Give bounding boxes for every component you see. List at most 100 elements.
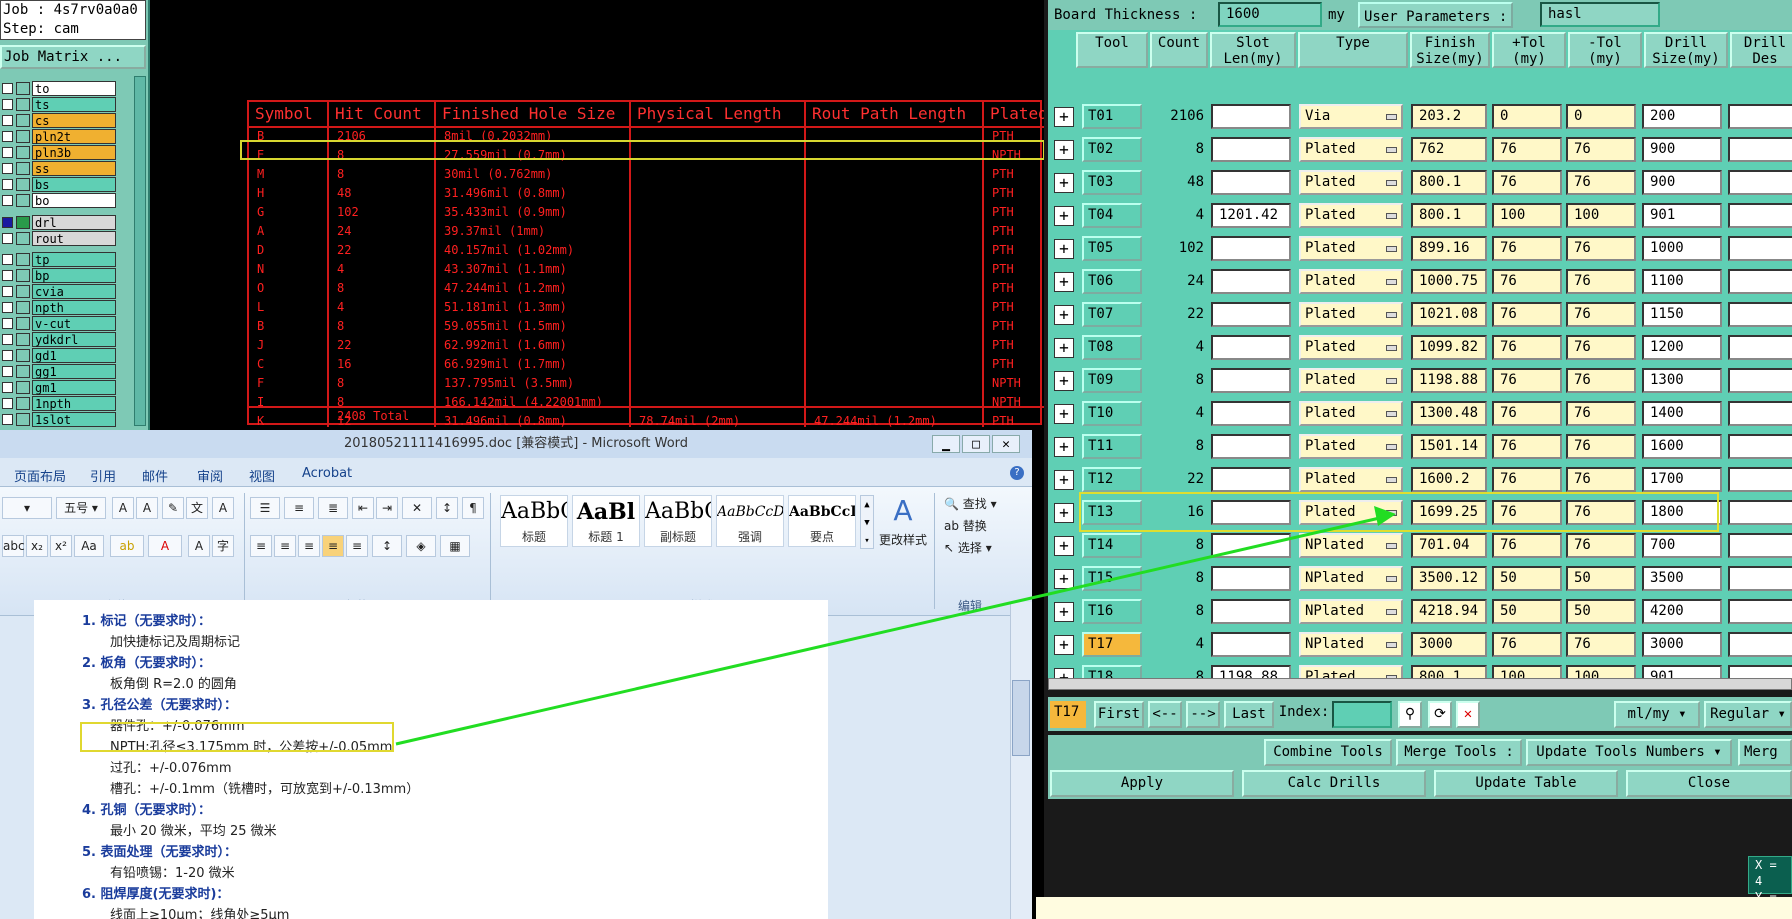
slot-length-input[interactable] [1211, 599, 1291, 624]
drill-size-input[interactable]: 200 [1642, 104, 1722, 129]
finish-size-input[interactable]: 1600.2 [1411, 467, 1487, 492]
tool-name-button[interactable]: T12 [1082, 467, 1142, 492]
close-button[interactable]: Close [1626, 770, 1792, 797]
prev-button[interactable]: <-- [1148, 701, 1182, 728]
layer-checkbox[interactable] [2, 382, 13, 393]
multilevel-icon[interactable]: ≣ [318, 497, 348, 519]
plus-tol-input[interactable]: 0 [1492, 104, 1562, 129]
style-strong[interactable]: AaBbCcD要点 [788, 495, 856, 547]
font-name-dropdown[interactable]: ▾ [2, 497, 52, 519]
layer-checkbox[interactable] [2, 99, 13, 110]
layer-row[interactable]: ss [0, 161, 118, 176]
char-shading-icon[interactable]: A [188, 535, 210, 557]
char-border-icon[interactable]: A [212, 497, 234, 519]
minus-tol-input[interactable]: 100 [1566, 203, 1636, 228]
slot-length-input[interactable] [1211, 302, 1291, 327]
numbering-icon[interactable]: ≡ [284, 497, 314, 519]
layer-checkbox[interactable] [2, 366, 13, 377]
font-color-icon[interactable]: A [148, 535, 182, 557]
help-icon[interactable]: ? [1010, 466, 1024, 480]
layer-row[interactable]: ts [0, 97, 118, 112]
expand-icon[interactable]: + [1054, 635, 1074, 655]
layer-checkbox[interactable] [2, 195, 13, 206]
drill-designator-input[interactable] [1728, 368, 1792, 393]
expand-icon[interactable]: + [1054, 503, 1074, 523]
plus-tol-input[interactable]: 76 [1492, 401, 1562, 426]
plus-tol-input[interactable]: 76 [1492, 632, 1562, 657]
tool-type-dropdown[interactable]: NPlated [1299, 599, 1403, 624]
change-styles-button[interactable]: A 更改样式 [878, 491, 928, 571]
plus-tol-input[interactable]: 100 [1492, 203, 1562, 228]
combine-tools-button[interactable]: Combine Tools [1264, 739, 1392, 766]
drill-designator-input[interactable] [1728, 401, 1792, 426]
finish-size-input[interactable]: 4218.94 [1411, 599, 1487, 624]
tool-name-button[interactable]: T02 [1082, 137, 1142, 162]
drill-size-input[interactable]: 3500 [1642, 566, 1722, 591]
minus-tol-input[interactable]: 100 [1566, 665, 1636, 678]
drill-size-input[interactable]: 3000 [1642, 632, 1722, 657]
tool-type-dropdown[interactable]: Plated [1299, 170, 1403, 195]
plus-tol-input[interactable]: 100 [1492, 665, 1562, 678]
style-emphasis[interactable]: AaBbCcD 强调 [716, 495, 784, 547]
layer-row[interactable]: to [0, 81, 118, 96]
next-button[interactable]: --> [1186, 701, 1220, 728]
layer-checkbox[interactable] [2, 147, 13, 158]
expand-icon[interactable]: + [1054, 437, 1074, 457]
drill-size-input[interactable]: 901 [1642, 665, 1722, 678]
layer-row[interactable]: drl [0, 215, 118, 230]
layer-row[interactable]: rout [0, 231, 118, 246]
tool-type-dropdown[interactable]: Plated [1299, 302, 1403, 327]
word-scroll-thumb[interactable] [1012, 680, 1030, 756]
merge-button-cut[interactable]: Merg [1738, 739, 1792, 766]
plus-tol-input[interactable]: 76 [1492, 236, 1562, 261]
finish-size-input[interactable]: 899.16 [1411, 236, 1487, 261]
finish-size-input[interactable]: 1000.75 [1411, 269, 1487, 294]
expand-icon[interactable]: + [1054, 536, 1074, 556]
finish-size-input[interactable]: 762 [1411, 137, 1487, 162]
justify-icon[interactable]: ≡ [322, 535, 344, 557]
slot-length-input[interactable] [1211, 137, 1291, 162]
drill-designator-input[interactable] [1728, 665, 1792, 678]
drill-designator-input[interactable] [1728, 137, 1792, 162]
maximize-icon[interactable]: □ [962, 435, 990, 453]
tool-type-dropdown[interactable]: NPlated [1299, 533, 1403, 558]
layer-checkbox[interactable] [2, 83, 13, 94]
replace-button[interactable]: ab 替换 [944, 515, 997, 537]
tab-view[interactable]: 视图 [249, 466, 275, 485]
user-parameters-input[interactable]: hasl [1540, 2, 1660, 27]
drill-size-input[interactable]: 901 [1642, 203, 1722, 228]
units-dropdown[interactable]: ml/my ▾ [1614, 701, 1700, 728]
drill-size-input[interactable]: 1000 [1642, 236, 1722, 261]
first-button[interactable]: First [1094, 701, 1144, 728]
minus-tol-input[interactable]: 50 [1566, 599, 1636, 624]
distribute-icon[interactable]: ≡ [346, 535, 368, 557]
tool-type-dropdown[interactable]: Plated [1299, 434, 1403, 459]
grow-font-icon[interactable]: A [112, 497, 134, 519]
tool-type-dropdown[interactable]: Plated [1299, 368, 1403, 393]
layer-checkbox[interactable] [2, 163, 13, 174]
slot-length-input[interactable] [1211, 632, 1291, 657]
layer-checkbox[interactable] [2, 179, 13, 190]
bullets-icon[interactable]: ☰ [250, 497, 280, 519]
tool-name-button[interactable]: T08 [1082, 335, 1142, 360]
finish-size-input[interactable]: 1198.88 [1411, 368, 1487, 393]
tab-review[interactable]: 审阅 [197, 466, 223, 485]
minus-tol-input[interactable]: 0 [1566, 104, 1636, 129]
layer-checkbox[interactable] [2, 115, 13, 126]
last-button[interactable]: Last [1224, 701, 1274, 728]
style-heading1[interactable]: AaBl 标题 1 [572, 495, 640, 547]
drill-size-input[interactable]: 4200 [1642, 599, 1722, 624]
update-table-button[interactable]: Update Table [1434, 770, 1618, 797]
expand-icon[interactable]: + [1054, 569, 1074, 589]
expand-icon[interactable]: + [1054, 404, 1074, 424]
plus-tol-input[interactable]: 50 [1492, 599, 1562, 624]
plus-tol-input[interactable]: 76 [1492, 302, 1562, 327]
layer-row[interactable]: v-cut [0, 316, 118, 331]
tool-name-button[interactable]: T01 [1082, 104, 1142, 129]
layer-checkbox[interactable] [2, 233, 13, 244]
phonetic-icon[interactable]: 文 [186, 497, 208, 519]
tool-name-button[interactable]: T15 [1082, 566, 1142, 591]
tool-type-dropdown[interactable]: NPlated [1299, 632, 1403, 657]
tool-name-button[interactable]: T16 [1082, 599, 1142, 624]
slot-length-input[interactable] [1211, 434, 1291, 459]
